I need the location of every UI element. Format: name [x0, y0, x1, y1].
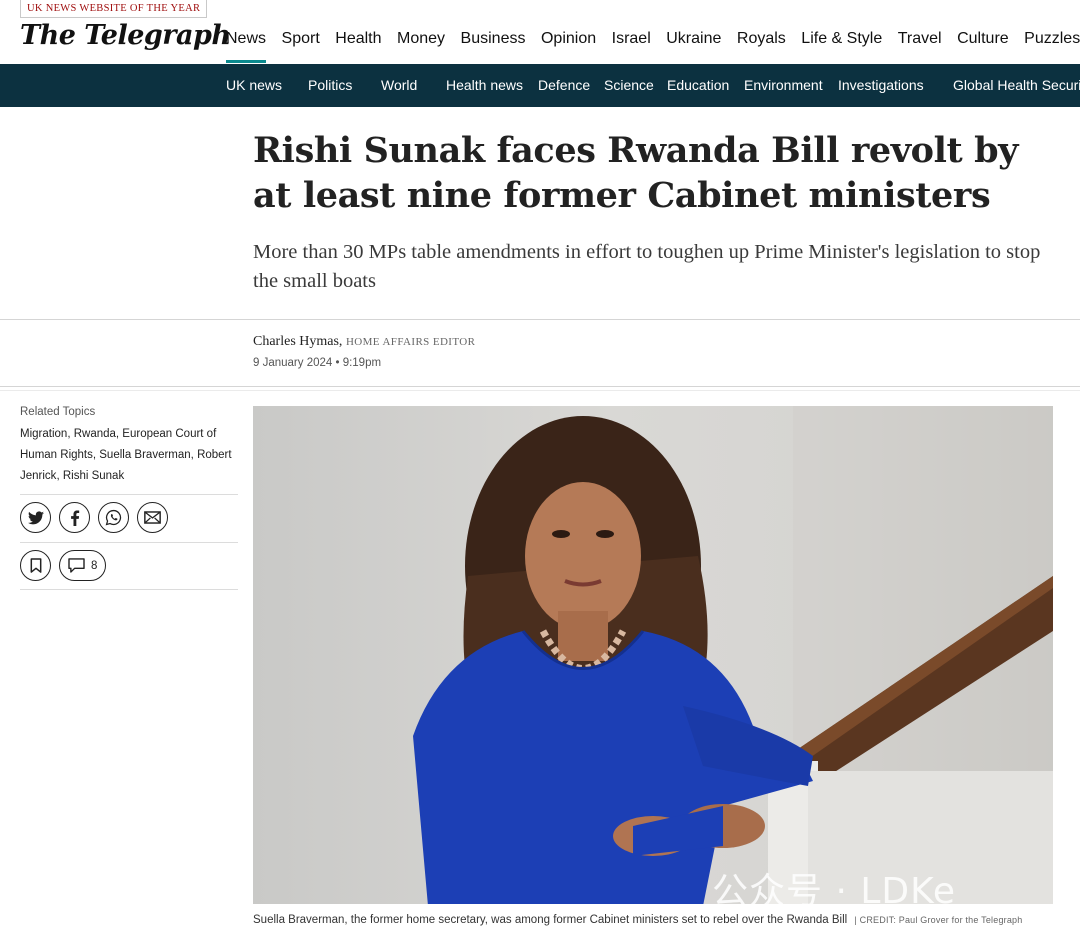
image-caption: Suella Braverman, the former home secret…	[253, 914, 1022, 926]
subnav-education[interactable]: Education	[667, 77, 729, 93]
article-headline: Rishi Sunak faces Rwanda Bill revolt by …	[253, 130, 1019, 216]
bookmark-icon	[30, 558, 41, 573]
facebook-icon	[70, 509, 79, 526]
author-name[interactable]: Charles Hymas,	[253, 334, 342, 349]
topic-link[interactable]: Suella Braverman	[99, 449, 190, 461]
twitter-icon	[27, 510, 44, 524]
photo-credit: | CREDIT: Paul Grover for the Telegraph	[854, 915, 1023, 925]
nav-opinion[interactable]: Opinion	[541, 30, 596, 63]
email-icon	[144, 511, 161, 524]
related-topics-list: Migration, Rwanda, European Court of Hum…	[20, 428, 232, 482]
divider	[0, 319, 1080, 320]
whatsapp-icon	[105, 509, 122, 526]
twitter-share-button[interactable]	[20, 502, 51, 533]
nav-ukraine[interactable]: Ukraine	[666, 30, 721, 63]
sidebar-divider	[20, 542, 238, 543]
author-role: HOME AFFAIRS EDITOR	[345, 336, 476, 348]
related-topics-label: Related Topics	[20, 406, 96, 418]
email-share-button[interactable]	[137, 502, 168, 533]
telegraph-logo[interactable]: The Telegraph	[20, 20, 231, 51]
nav-health[interactable]: Health	[335, 30, 381, 63]
subnav-health-news[interactable]: Health news	[446, 77, 523, 93]
subnav-investigations[interactable]: Investigations	[838, 77, 924, 93]
subnav-defence[interactable]: Defence	[538, 77, 590, 93]
subnav-environment[interactable]: Environment	[744, 77, 823, 93]
subnav-global-health-security[interactable]: Global Health Security	[953, 77, 1080, 93]
nav-sport[interactable]: Sport	[282, 30, 320, 63]
site-header: UK NEWS WEBSITE OF THE YEAR The Telegrap…	[0, 0, 1080, 64]
nav-money[interactable]: Money	[397, 30, 445, 63]
share-buttons	[20, 502, 168, 533]
watermark: 公众号 · LDKe	[712, 871, 957, 912]
nav-puzzles[interactable]: Puzzles	[1024, 30, 1080, 63]
subnav-world[interactable]: World	[381, 77, 417, 93]
sidebar-divider	[20, 494, 238, 495]
publish-date: 9 January 2024 • 9:19pm	[253, 357, 382, 369]
topic-link[interactable]: Migration	[20, 428, 67, 440]
bookmark-button[interactable]	[20, 550, 51, 581]
nav-news[interactable]: News	[226, 30, 267, 63]
subnav-uk-news[interactable]: UK news	[226, 77, 282, 93]
topic-link[interactable]: Rishi Sunak	[63, 470, 124, 482]
article-tools: 8	[20, 550, 107, 581]
divider	[0, 390, 1080, 391]
nav-culture[interactable]: Culture	[957, 30, 1009, 63]
caption-text: Suella Braverman, the former home secret…	[253, 914, 848, 926]
comment-icon	[68, 558, 85, 573]
byline: Charles Hymas, HOME AFFAIRS EDITOR	[253, 334, 475, 350]
topic-link[interactable]: Rwanda	[74, 428, 116, 440]
comments-button[interactable]: 8	[59, 550, 107, 581]
comment-count: 8	[91, 559, 98, 572]
sidebar-divider	[20, 589, 238, 590]
article-standfirst: More than 30 MPs table amendments in eff…	[253, 241, 1041, 292]
nav-life-style[interactable]: Life & Style	[801, 30, 882, 63]
main-nav: News Sport Health Money Business Opinion…	[226, 30, 1080, 63]
nav-travel[interactable]: Travel	[898, 30, 942, 63]
facebook-share-button[interactable]	[59, 502, 90, 533]
award-badge: UK NEWS WEBSITE OF THE YEAR	[20, 0, 208, 18]
sub-nav: UK news Politics World Health news Defen…	[0, 64, 1080, 107]
subnav-science[interactable]: Science	[604, 77, 654, 93]
lead-image[interactable]	[253, 406, 1053, 904]
portrait-illustration	[413, 406, 1053, 904]
subnav-politics[interactable]: Politics	[308, 77, 352, 93]
divider	[0, 386, 1080, 387]
whatsapp-share-button[interactable]	[98, 502, 129, 533]
nav-business[interactable]: Business	[461, 30, 526, 63]
nav-israel[interactable]: Israel	[612, 30, 651, 63]
nav-royals[interactable]: Royals	[737, 30, 786, 63]
